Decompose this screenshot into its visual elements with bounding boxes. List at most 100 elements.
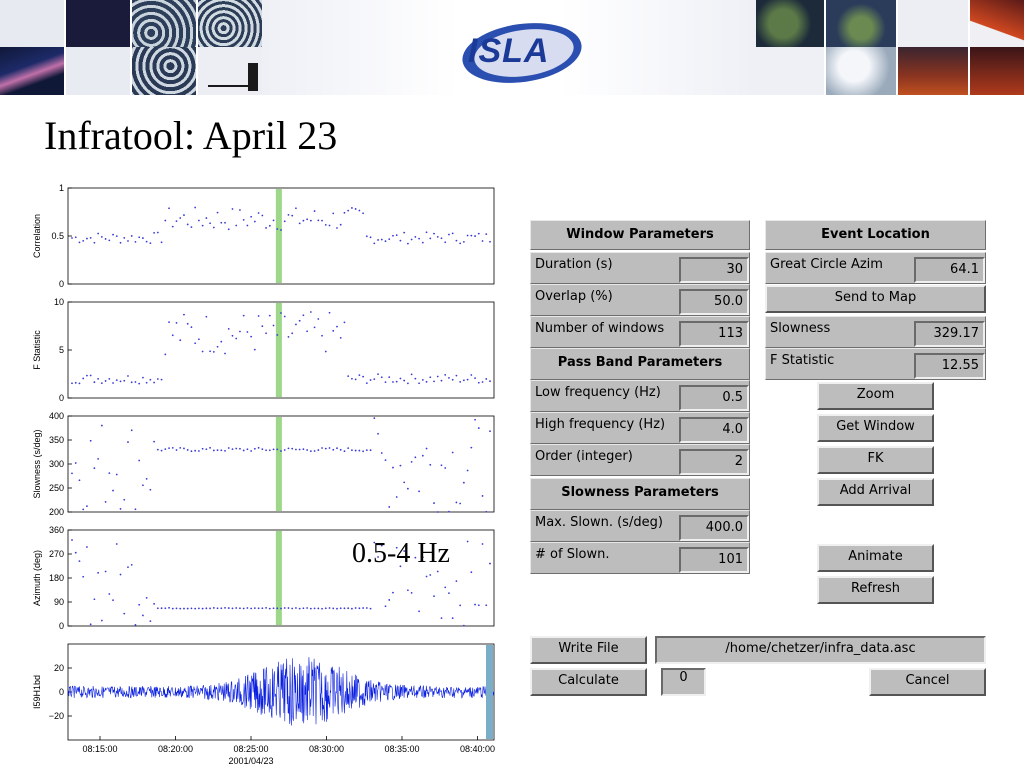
azimuth-data-point (164, 607, 167, 610)
azimuth-data-point (112, 599, 114, 602)
correlation-data-point (115, 235, 118, 238)
refresh-button[interactable]: Refresh (817, 576, 934, 604)
slowness-data-point (433, 502, 435, 504)
slowness-data-point (276, 448, 279, 451)
azimuth-data-point (410, 591, 413, 594)
correlation-data-point (97, 232, 100, 235)
slowness-label: Slowness (770, 321, 831, 336)
correlation-data-point (86, 237, 88, 240)
correlation-data-point (186, 223, 189, 226)
correlation-data-point (153, 231, 156, 234)
num-slowness-row: # of Slown. 101 (530, 542, 750, 574)
gc-azim-field[interactable]: 64.1 (914, 257, 985, 283)
correlation-data-point (298, 222, 301, 225)
calculate-button[interactable]: Calculate (530, 668, 647, 696)
max-slowness-label: Max. Slown. (s/deg) (535, 515, 663, 530)
azimuth-data-point (429, 574, 432, 576)
banner-tile-clouds-2 (826, 47, 896, 95)
num-windows-field[interactable]: 113 (679, 321, 749, 347)
correlation-data-point (142, 237, 144, 239)
slowness-data-point (257, 446, 260, 449)
azimuth-data-point (201, 607, 204, 610)
slowness-data-point (291, 447, 294, 450)
fstat-field[interactable]: 12.55 (914, 353, 985, 379)
fstat-data-point (332, 329, 335, 332)
fstat-data-point (227, 327, 230, 330)
fstat-data-point (369, 379, 372, 381)
fstat-data-point (339, 336, 342, 339)
fstat-label: F Statistic (770, 353, 835, 368)
duration-field[interactable]: 30 (679, 257, 749, 283)
cancel-button[interactable]: Cancel (869, 668, 986, 696)
correlation-data-point (112, 233, 114, 236)
correlation-data-point (462, 241, 465, 243)
infratool-plots: 00.51Correlation0510F Statistic200250300… (32, 183, 495, 766)
slowness-data-point (130, 429, 133, 432)
order-field[interactable]: 2 (679, 449, 749, 475)
slowness-field[interactable]: 329.17 (914, 321, 985, 347)
slowness-data-point (455, 501, 458, 504)
fstat-data-point (231, 334, 234, 337)
overlap-field[interactable]: 50.0 (679, 289, 749, 315)
max-slowness-field[interactable]: 400.0 (679, 515, 749, 541)
banner-tile-lava (970, 0, 1024, 47)
azimuth-data-point (130, 563, 133, 566)
azimuth-data-point (261, 607, 264, 610)
high-freq-field[interactable]: 4.0 (679, 417, 749, 443)
num-slowness-field[interactable]: 101 (679, 547, 749, 573)
correlation-data-point (265, 227, 267, 229)
correlation-data-point (421, 241, 424, 244)
slowness-data-point (78, 479, 81, 482)
azimuth-data-point (406, 589, 409, 592)
slowness-data-point (392, 466, 394, 469)
fstat-data-point (425, 380, 428, 383)
correlation-data-point (414, 236, 417, 238)
fstat-data-point (455, 374, 458, 377)
azimuth-data-point (336, 607, 338, 610)
fstat-data-point (429, 376, 432, 379)
fstat-ytick-label: 5 (59, 345, 64, 355)
fstat-data-point (395, 380, 398, 383)
azimuth-data-point (280, 607, 282, 610)
azimuth-data-point (212, 607, 215, 609)
slowness-data-point (403, 481, 406, 484)
correlation-data-point (130, 235, 133, 237)
fstat-data-point (272, 324, 275, 327)
azimuth-data-point (354, 607, 357, 609)
banner-tile-dark-2 (66, 0, 130, 47)
azimuth-data-point (153, 602, 156, 605)
waveform-ytick-label: −20 (49, 711, 64, 721)
get-window-button[interactable]: Get Window (817, 414, 934, 442)
add-arrival-button[interactable]: Add Arrival (817, 478, 934, 506)
azimuth-data-point (388, 599, 391, 601)
azimuth-data-point (291, 607, 294, 610)
fstat-data-point (462, 379, 465, 382)
correlation-data-point (123, 237, 126, 239)
slowness-data-point (481, 495, 484, 497)
slowness-data-point (123, 498, 126, 501)
zoom-button[interactable]: Zoom (817, 382, 934, 410)
azimuth-data-point (145, 596, 148, 599)
fstat-ytick-label: 0 (59, 393, 64, 403)
fstat-data-point (212, 350, 215, 353)
write-file-button[interactable]: Write File (530, 636, 647, 664)
fstat-data-point (261, 325, 264, 328)
animate-button[interactable]: Animate (817, 544, 934, 572)
correlation-data-point (149, 242, 152, 245)
azimuth-data-point (451, 617, 454, 620)
correlation-data-point (448, 233, 450, 236)
correlation-data-point (175, 220, 178, 223)
correlation-data-point (242, 219, 245, 221)
azimuth-data-point (171, 607, 174, 610)
azimuth-data-point (224, 606, 226, 609)
slowness-data-point (384, 459, 387, 462)
calc-value-field[interactable]: 0 (661, 668, 706, 696)
azimuth-data-point (71, 539, 73, 541)
azimuth-data-point (119, 573, 122, 576)
correlation-data-point (160, 241, 163, 244)
file-path-field[interactable]: /home/chetzer/infra_data.asc (655, 636, 986, 664)
send-to-map-button[interactable]: Send to Map (765, 285, 986, 313)
azimuth-data-point (306, 607, 309, 609)
fk-button[interactable]: FK (817, 446, 934, 474)
low-freq-field[interactable]: 0.5 (679, 385, 749, 411)
